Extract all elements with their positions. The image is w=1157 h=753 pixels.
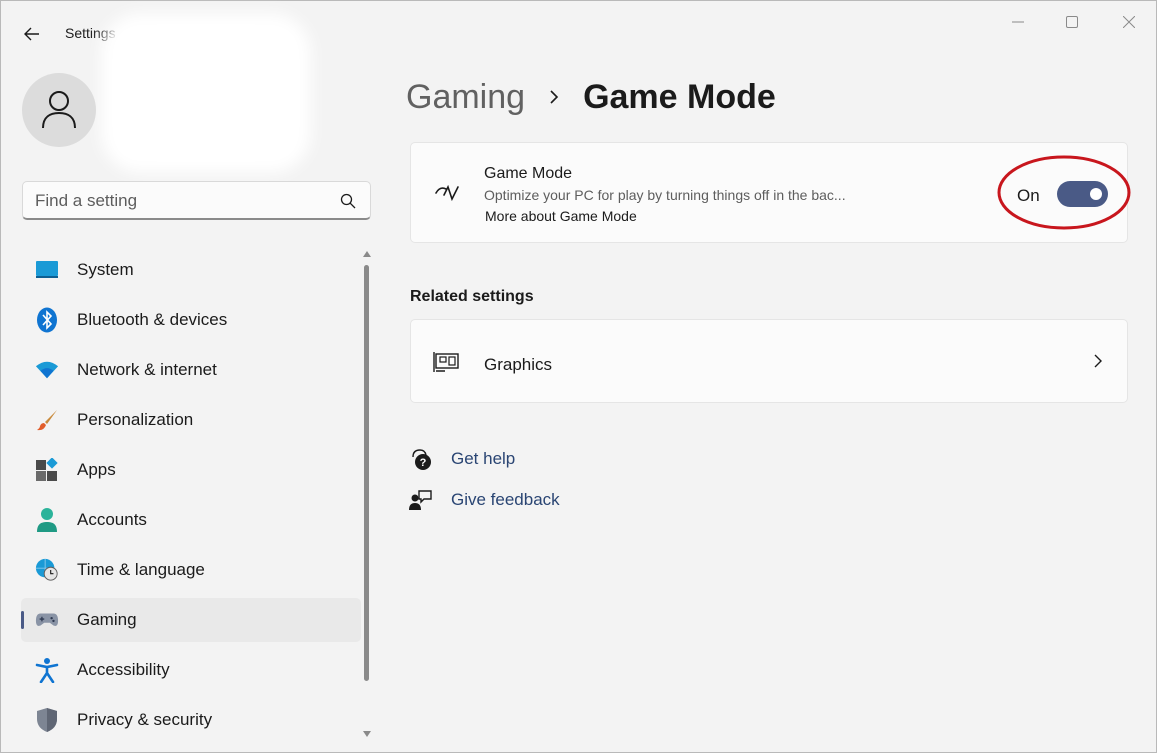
brush-icon <box>35 408 59 432</box>
sidebar-scrollbar[interactable] <box>361 249 373 744</box>
sidebar-item-network[interactable]: Network & internet <box>21 348 361 392</box>
game-mode-title: Game Mode <box>484 165 573 182</box>
sidebar-item-system[interactable]: System <box>21 248 361 292</box>
game-mode-description: Optimize your PC for play by turning thi… <box>484 187 846 203</box>
bluetooth-icon <box>35 307 59 333</box>
get-help-label: Get help <box>451 449 516 468</box>
maximize-button[interactable] <box>1052 11 1092 33</box>
avatar[interactable] <box>22 73 96 147</box>
graphics-card[interactable]: Graphics <box>410 319 1128 403</box>
feedback-icon <box>408 487 434 513</box>
maximize-icon <box>1066 16 1078 28</box>
more-about-game-mode-link[interactable]: More about Game Mode <box>485 208 637 224</box>
graphics-card-icon <box>433 348 461 376</box>
graphics-label: Graphics <box>484 355 553 374</box>
scroll-up-icon[interactable] <box>362 249 372 259</box>
search-box[interactable] <box>22 181 371 220</box>
sidebar-item-accounts[interactable]: Accounts <box>21 498 361 542</box>
breadcrumb-parent[interactable]: Gaming <box>406 78 525 117</box>
scroll-down-icon[interactable] <box>362 729 372 739</box>
chevron-right-icon <box>1091 353 1105 369</box>
close-button[interactable] <box>1109 11 1149 33</box>
svg-text:?: ? <box>420 457 427 469</box>
minimize-icon <box>1012 21 1024 23</box>
chevron-right-icon <box>549 89 559 105</box>
redacted-user-info <box>101 13 311 173</box>
scroll-thumb[interactable] <box>364 265 369 681</box>
sidebar-item-gaming[interactable]: Gaming <box>21 598 361 642</box>
sidebar-item-time-language[interactable]: Time & language <box>21 548 361 592</box>
sidebar-nav: System Bluetooth & devices Network & int… <box>21 248 361 748</box>
related-settings-heading: Related settings <box>410 288 534 305</box>
accounts-icon <box>35 508 59 532</box>
search-icon[interactable] <box>340 193 356 209</box>
get-help-icon: ? <box>408 446 434 472</box>
sidebar-item-bluetooth[interactable]: Bluetooth & devices <box>21 298 361 342</box>
gamepad-icon <box>35 608 59 632</box>
back-arrow-icon <box>24 27 39 41</box>
wifi-icon <box>35 358 59 382</box>
globe-clock-icon <box>35 558 59 582</box>
apps-icon <box>35 458 59 482</box>
shield-icon <box>35 708 59 732</box>
annotation-ellipse <box>997 155 1131 230</box>
game-mode-icon <box>433 179 461 207</box>
sidebar-item-accessibility[interactable]: Accessibility <box>21 648 361 692</box>
search-input[interactable] <box>35 190 325 212</box>
breadcrumb: Gaming Game Mode <box>406 73 776 121</box>
sidebar-item-privacy-security[interactable]: Privacy & security <box>21 698 361 742</box>
close-icon <box>1123 16 1135 28</box>
accessibility-icon <box>35 658 59 683</box>
give-feedback-label: Give feedback <box>451 490 560 509</box>
person-icon <box>42 91 76 129</box>
get-help-link[interactable]: ? Get help <box>408 446 515 472</box>
settings-window: Settings System <box>0 0 1157 753</box>
minimize-button[interactable] <box>998 11 1038 33</box>
page-title: Game Mode <box>583 77 776 116</box>
back-button[interactable] <box>19 21 45 47</box>
give-feedback-link[interactable]: Give feedback <box>408 487 560 513</box>
system-icon <box>35 258 59 282</box>
sidebar-item-personalization[interactable]: Personalization <box>21 398 361 442</box>
sidebar-item-apps[interactable]: Apps <box>21 448 361 492</box>
